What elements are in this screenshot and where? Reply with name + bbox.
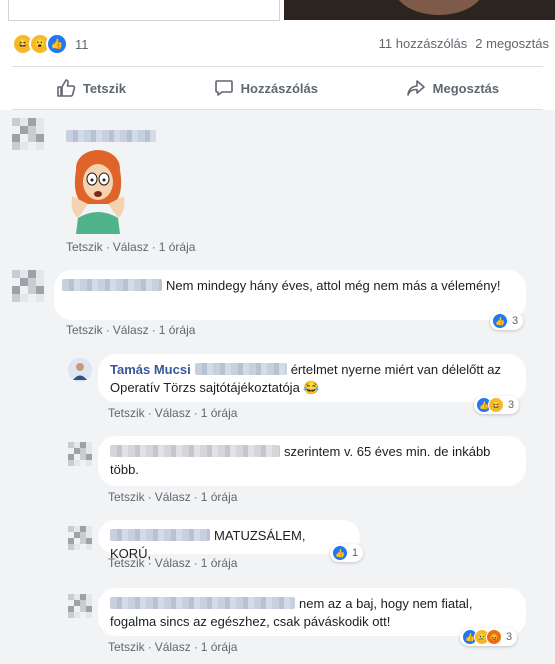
reply-author[interactable]: Tamás Mucsi — [110, 362, 191, 377]
reaction-count: 3 — [512, 315, 519, 327]
reply-reply-link[interactable]: Válasz — [155, 640, 191, 654]
thumbs-up-icon — [57, 79, 76, 97]
comment-button[interactable]: Hozzászólás — [204, 74, 328, 102]
reply-meta: Tetszik · Válasz · 1 órája — [108, 406, 238, 420]
reply-meta: Tetszik · Válasz · 1 órája — [108, 556, 238, 570]
comment-reactions[interactable]: 👍 3 — [490, 312, 524, 330]
reply-bubble: nem az a baj, hogy nem fiatal, fogalma s… — [98, 588, 526, 636]
comment-bubble: Nem mindegy hány éves, attol még nem más… — [54, 270, 526, 320]
comment-author[interactable] — [66, 128, 160, 146]
comment-like-link[interactable]: Tetszik — [66, 240, 103, 254]
person-avatar-icon — [68, 358, 92, 382]
comment-text: Nem mindegy hány éves, attol még nem más… — [166, 278, 501, 293]
post-image-right[interactable] — [284, 0, 555, 20]
reply-like-link[interactable]: Tetszik — [108, 556, 145, 570]
reply-time[interactable]: 1 órája — [201, 406, 238, 420]
sticker-image — [71, 150, 125, 234]
comment-label: Hozzászólás — [240, 80, 318, 96]
share-button[interactable]: Megosztás — [396, 74, 509, 102]
avatar[interactable] — [12, 118, 44, 150]
avatar[interactable] — [12, 270, 44, 302]
avatar[interactable] — [68, 526, 92, 550]
reply-reactions[interactable]: 👍 😆 3 — [474, 396, 520, 414]
reply-bubble: MATUZSÁLEM, KORÚ, — [98, 520, 360, 561]
reply-time[interactable]: 1 órája — [201, 556, 238, 570]
comment-meta: Tetszik · Válasz · 1 órája — [66, 323, 196, 337]
comment-reply-link[interactable]: Válasz — [113, 323, 149, 337]
avatar[interactable] — [68, 358, 92, 382]
comment-time[interactable]: 1 órája — [159, 240, 196, 254]
reply-time[interactable]: 1 órája — [201, 490, 238, 504]
reply-meta: Tetszik · Válasz · 1 órája — [108, 640, 238, 654]
like-label: Tetszik — [82, 80, 126, 96]
reply-reactions[interactable]: 👍 😢 😡 3 — [460, 628, 518, 646]
comment-time[interactable]: 1 órája — [159, 323, 196, 337]
reaction-count: 1 — [352, 547, 359, 559]
like-icon: 👍 — [46, 33, 68, 55]
avatar[interactable] — [68, 594, 92, 618]
reaction-count: 3 — [506, 631, 513, 643]
reply-author[interactable] — [110, 529, 210, 541]
reaction-count: 3 — [508, 399, 515, 411]
reply-bubble: Tamás Mucsi értelmet nyerne miért van dél… — [98, 354, 526, 402]
reply-reply-link[interactable]: Válasz — [155, 490, 191, 504]
shares-count[interactable]: 2 megosztás — [475, 36, 549, 51]
reply-like-link[interactable]: Tetszik — [108, 406, 145, 420]
comment-icon — [214, 80, 233, 96]
avatar[interactable] — [68, 442, 92, 466]
reaction-summary[interactable]: 😆 😮 👍 11 — [12, 33, 89, 55]
post-action-bar: Tetszik Hozzászólás Megosztás — [12, 70, 543, 106]
laugh-icon: 😆 — [488, 397, 504, 413]
comments-count[interactable]: 11 hozzászólás — [379, 36, 468, 51]
reply-meta: Tetszik · Válasz · 1 órája — [108, 490, 238, 504]
reply-like-link[interactable]: Tetszik — [108, 640, 145, 654]
share-label: Megosztás — [432, 80, 500, 96]
reply-author[interactable] — [110, 445, 280, 457]
like-icon: 👍 — [332, 545, 348, 561]
reply-time[interactable]: 1 órája — [201, 640, 238, 654]
comment-author[interactable] — [62, 279, 162, 291]
reply-reply-link[interactable]: Válasz — [155, 556, 191, 570]
comment-meta: Tetszik · Válasz · 1 órája — [66, 240, 196, 254]
reaction-count: 11 — [75, 36, 89, 52]
reply-bubble: szerintem v. 65 éves min. de inkább több… — [98, 436, 526, 486]
reply-reactions[interactable]: 👍 1 — [330, 544, 364, 562]
share-icon — [406, 80, 425, 96]
reply-like-link[interactable]: Tetszik — [108, 490, 145, 504]
comment-like-link[interactable]: Tetszik — [66, 323, 103, 337]
comment-reply-link[interactable]: Válasz — [113, 240, 149, 254]
reply-reply-link[interactable]: Válasz — [155, 406, 191, 420]
like-button[interactable]: Tetszik — [46, 74, 136, 102]
engagement-summary: 11 hozzászólás 2 megosztás — [379, 36, 549, 51]
angry-icon: 😡 — [486, 629, 502, 645]
divider — [12, 66, 543, 67]
reply-author[interactable] — [110, 597, 295, 609]
post-image-left[interactable] — [8, 0, 280, 21]
like-icon: 👍 — [492, 313, 508, 329]
